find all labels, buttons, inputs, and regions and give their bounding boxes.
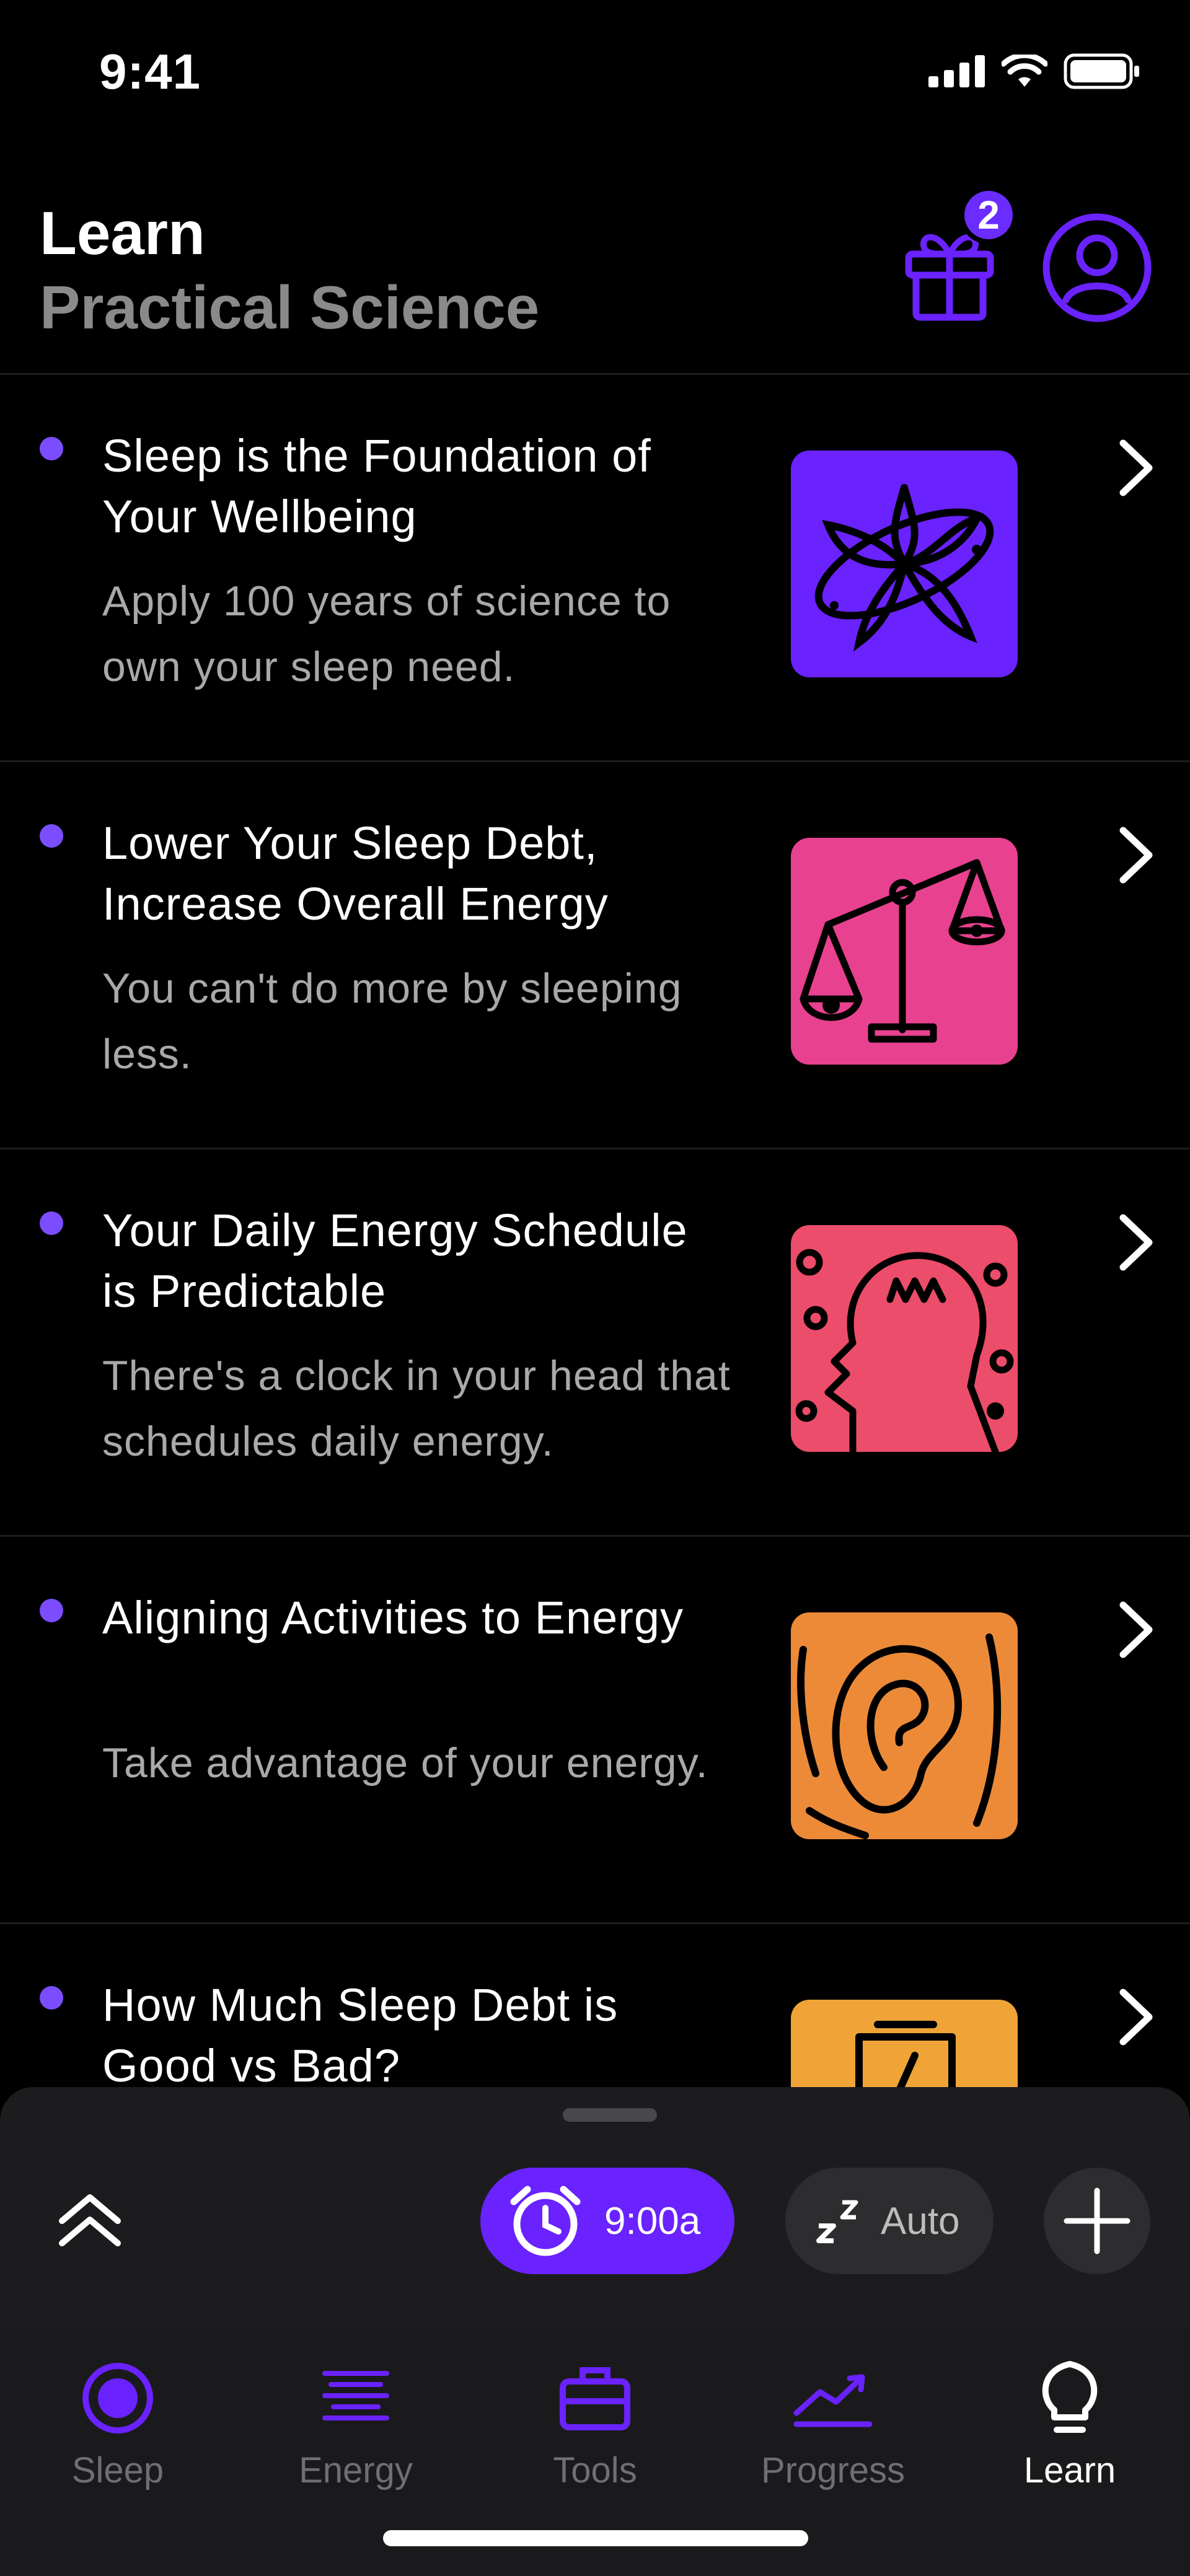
profile-icon <box>1042 213 1152 322</box>
chevron-right-icon <box>1119 827 1153 884</box>
sleep-target-icon <box>82 2363 153 2433</box>
plus-icon <box>1064 2187 1130 2254</box>
page-subtitle: Practical Science <box>40 273 540 341</box>
article-title: Your Daily Energy Schedule is Predictabl… <box>102 1205 688 1317</box>
energy-lines-icon <box>322 2371 389 2420</box>
unread-dot <box>40 1986 63 2010</box>
gift-badge: 2 <box>959 186 1018 244</box>
starburst-illustration <box>791 451 1018 677</box>
unread-dot <box>40 1211 63 1235</box>
chevron-right-icon <box>1119 1601 1153 1658</box>
tab-progress[interactable]: Progress <box>740 2352 926 2507</box>
unread-dot <box>40 824 63 848</box>
article-title: Aligning Activities to Energy <box>102 1592 684 1643</box>
chevron-right-icon <box>1119 1214 1153 1271</box>
article-title: How Much Sleep Debt is Good vs Bad? <box>102 1979 619 2091</box>
tab-tools[interactable]: Tools <box>502 2352 688 2507</box>
ear-illustration <box>791 1612 1018 1839</box>
lightbulb-icon <box>1042 2361 1098 2433</box>
status-time: 9:41 <box>99 44 201 99</box>
tab-label: Energy <box>299 2450 413 2490</box>
status-icons <box>928 53 1140 89</box>
tab-label: Progress <box>760 2450 906 2490</box>
auto-label: Auto <box>881 2199 960 2243</box>
wifi-icon <box>1002 55 1047 87</box>
battery-icon <box>1064 53 1139 89</box>
article-title: Sleep is the Foundation of Your Wellbein… <box>102 430 651 542</box>
signal-icon <box>928 55 985 87</box>
zz-icon <box>816 2200 858 2243</box>
tab-label: Sleep <box>71 2450 164 2490</box>
alarm-time: 9:00a <box>604 2199 701 2243</box>
tab-sleep[interactable]: Sleep <box>25 2352 211 2507</box>
chevron-right-icon <box>1119 1989 1153 2046</box>
home-indicator <box>383 2530 808 2546</box>
expand-button[interactable] <box>56 2186 124 2254</box>
alarm-button[interactable]: 9:00a <box>480 2168 734 2274</box>
tab-label: Learn <box>1023 2450 1116 2490</box>
article-description: Apply 100 years of science to own your s… <box>102 578 671 690</box>
trend-line-icon <box>793 2374 873 2427</box>
article-description: You can't do more by sleeping less. <box>102 965 682 1078</box>
unread-dot <box>40 1599 63 1622</box>
add-button[interactable] <box>1044 2168 1150 2274</box>
scale-illustration <box>791 838 1018 1065</box>
article-description: Take advantage of your energy. <box>102 1739 708 1787</box>
page-title: Learn <box>40 199 205 267</box>
double-chevron-up-icon <box>59 2194 121 2246</box>
tab-learn[interactable]: Learn <box>977 2352 1163 2507</box>
article-list: Sleep is the Foundation of Your Wellbein… <box>0 375 1190 2311</box>
article-title: Lower Your Sleep Debt, Increase Overall … <box>102 817 609 930</box>
list-item[interactable]: Lower Your Sleep Debt, Increase Overall … <box>0 762 1190 1150</box>
status-bar: 9:41 <box>0 0 1190 149</box>
unread-dot <box>40 437 63 460</box>
header: Learn Practical Science 2 <box>0 149 1190 375</box>
list-item[interactable]: Aligning Activities to Energy Take advan… <box>0 1537 1190 1924</box>
alarm-clock-icon <box>510 2186 581 2256</box>
toolbox-icon <box>560 2367 630 2430</box>
article-description: There's a clock in your head that schedu… <box>102 1352 731 1465</box>
tab-label: Tools <box>553 2450 637 2490</box>
chevron-right-icon <box>1119 439 1153 496</box>
list-item[interactable]: Your Daily Energy Schedule is Predictabl… <box>0 1150 1190 1537</box>
sheet-handle[interactable] <box>563 2108 657 2122</box>
tab-energy[interactable]: Energy <box>263 2352 449 2507</box>
auto-sleep-button[interactable]: Auto <box>785 2168 994 2274</box>
profile-button[interactable] <box>1041 212 1153 323</box>
list-item[interactable]: Sleep is the Foundation of Your Wellbein… <box>0 375 1190 762</box>
head-profile-illustration <box>791 1225 1018 1452</box>
